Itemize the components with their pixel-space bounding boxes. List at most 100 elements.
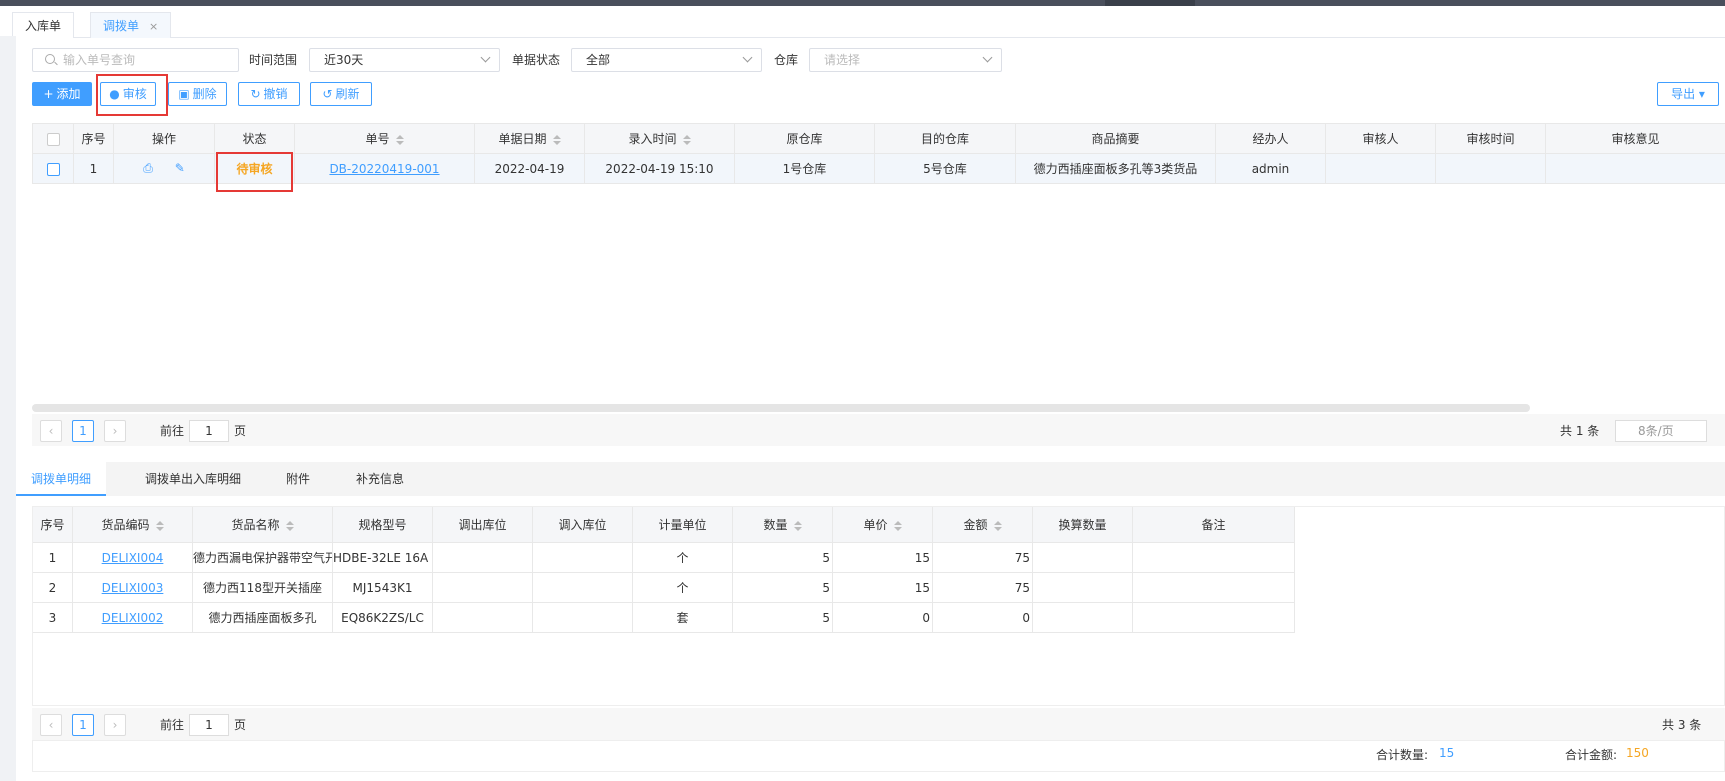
delete-button[interactable]: ▣ 删除	[168, 82, 227, 106]
col-header: 目的仓库	[874, 123, 1016, 154]
subtab-extra-info[interactable]: 补充信息	[356, 462, 404, 496]
col-header: 序号	[32, 506, 73, 543]
page-button-current[interactable]: 1	[72, 420, 94, 442]
highlight-box-audit	[96, 74, 168, 116]
cell-auditor	[1325, 153, 1436, 184]
col-header-code[interactable]: 货品编码	[72, 506, 193, 543]
total-qty-label: 合计数量:	[1376, 748, 1429, 762]
next-page-button[interactable]: ›	[104, 714, 126, 736]
tab-inbound[interactable]: 入库单	[12, 12, 75, 38]
prev-page-button[interactable]: ‹	[40, 420, 62, 442]
cell-conv	[1032, 542, 1133, 573]
sort-icon[interactable]	[993, 520, 1002, 531]
col-header: 审核人	[1325, 123, 1436, 154]
warehouse-select[interactable]: 请选择	[809, 48, 1002, 72]
table-row[interactable]: 1 DELIXI004 德力西漏电保护器带空气开关 HDBE-32LE 16A …	[32, 542, 1295, 573]
chevron-down-icon	[982, 52, 993, 63]
cell-unit: 个	[632, 542, 733, 573]
trash-icon: ▣	[178, 87, 190, 101]
col-header-amount[interactable]: 金额	[932, 506, 1033, 543]
search-input[interactable]: 输入单号查询	[32, 48, 239, 72]
cell-in-loc	[532, 602, 633, 633]
col-header-label: 单号	[365, 132, 390, 146]
order-number-link[interactable]: DB-20220419-001	[329, 162, 439, 176]
sort-icon[interactable]	[285, 520, 294, 531]
col-header: 审核意见	[1545, 123, 1725, 154]
subtab-io-detail[interactable]: 调拨单出入库明细	[145, 462, 241, 496]
status-value: 全部	[586, 53, 611, 67]
detail-header-row: 序号 货品编码 货品名称 规格型号 调出库位 调入库位 计量单位 数量 单价 金…	[32, 506, 1295, 543]
cell-to-warehouse: 5号仓库	[874, 153, 1016, 184]
col-header-qty[interactable]: 数量	[732, 506, 833, 543]
cell-out-loc	[432, 542, 533, 573]
revoke-button[interactable]: ↻ 撤销	[238, 82, 300, 106]
add-label: 添加	[56, 87, 81, 101]
time-range-select[interactable]: 近30天	[309, 48, 500, 72]
product-code-link[interactable]: DELIXI002	[102, 611, 164, 625]
col-header-name[interactable]: 货品名称	[192, 506, 333, 543]
sort-icon[interactable]	[155, 520, 164, 531]
status-label: 单据状态	[512, 53, 561, 67]
export-button[interactable]: 导出 ▾	[1657, 82, 1719, 106]
print-icon[interactable]: ⎙	[143, 161, 153, 175]
cell-index: 1	[73, 153, 114, 184]
col-header-label: 单价	[863, 518, 888, 532]
refresh-button[interactable]: ↺ 刷新	[310, 82, 372, 106]
cell-qty: 5	[732, 542, 833, 573]
cell-out-loc	[432, 572, 533, 603]
edit-icon[interactable]: ✎	[175, 161, 185, 175]
refresh-label: 刷新	[335, 87, 360, 101]
cell-price: 15	[832, 542, 933, 573]
tab-transfer[interactable]: 调拨单 ×	[90, 12, 172, 38]
sort-icon[interactable]	[793, 520, 802, 531]
row-checkbox[interactable]	[46, 162, 60, 176]
page-size-select[interactable]: 8条/页	[1615, 420, 1707, 442]
subtab-detail[interactable]: 调拨单明细	[16, 462, 106, 496]
col-header: 计量单位	[632, 506, 733, 543]
sort-icon[interactable]	[893, 520, 902, 531]
cell-index: 3	[32, 602, 73, 633]
horizontal-scrollbar[interactable]	[32, 404, 1530, 412]
close-icon[interactable]: ×	[149, 20, 158, 33]
goto-page-input[interactable]: 1	[189, 714, 229, 736]
cell-price: 15	[832, 572, 933, 603]
sort-icon[interactable]	[552, 134, 561, 145]
prev-page-button[interactable]: ‹	[40, 714, 62, 736]
row-select-cell[interactable]	[32, 153, 74, 184]
cell-spec: MJ1543K1	[332, 572, 433, 603]
chevron-down-icon	[742, 52, 753, 63]
select-all-checkbox[interactable]	[46, 132, 60, 146]
delete-label: 删除	[192, 87, 217, 101]
revoke-label: 撤销	[263, 87, 288, 101]
page-tabs: 入库单 调拨单 ×	[0, 12, 1725, 38]
cell-index: 1	[32, 542, 73, 573]
detail-pager: ‹ 1 › 前往 1 页 共 3 条	[32, 708, 1725, 740]
add-button[interactable]: + 添加	[32, 82, 92, 106]
cell-conv	[1032, 572, 1133, 603]
col-header-label: 货品编码	[101, 518, 150, 532]
cell-code: DELIXI002	[72, 602, 193, 633]
col-header-entry-time[interactable]: 录入时间	[584, 123, 735, 154]
product-code-link[interactable]: DELIXI004	[102, 551, 164, 565]
cell-code: DELIXI003	[72, 572, 193, 603]
cell-code: DELIXI004	[72, 542, 193, 573]
select-all-cell[interactable]	[32, 123, 74, 154]
subtab-attachment[interactable]: 附件	[286, 462, 310, 496]
goto-page-input[interactable]: 1	[189, 420, 229, 442]
search-placeholder: 输入单号查询	[63, 53, 136, 67]
refresh-icon: ↺	[322, 87, 333, 101]
page-button-current[interactable]: 1	[72, 714, 94, 736]
sort-icon[interactable]	[395, 134, 404, 145]
table-row[interactable]: 3 DELIXI002 德力西插座面板多孔 EQ86K2ZS/LC 套 5 0 …	[32, 602, 1295, 633]
status-select[interactable]: 全部	[571, 48, 762, 72]
col-header-number[interactable]: 单号	[294, 123, 475, 154]
sort-icon[interactable]	[682, 134, 691, 145]
cell-name: 德力西漏电保护器带空气开关	[192, 542, 333, 573]
col-header-price[interactable]: 单价	[832, 506, 933, 543]
product-code-link[interactable]: DELIXI003	[102, 581, 164, 595]
col-header: 状态	[214, 123, 295, 154]
table-row[interactable]: 2 DELIXI003 德力西118型开关插座 MJ1543K1 个 5 15 …	[32, 572, 1295, 603]
next-page-button[interactable]: ›	[104, 420, 126, 442]
cell-unit: 套	[632, 602, 733, 633]
col-header-date[interactable]: 单据日期	[474, 123, 585, 154]
